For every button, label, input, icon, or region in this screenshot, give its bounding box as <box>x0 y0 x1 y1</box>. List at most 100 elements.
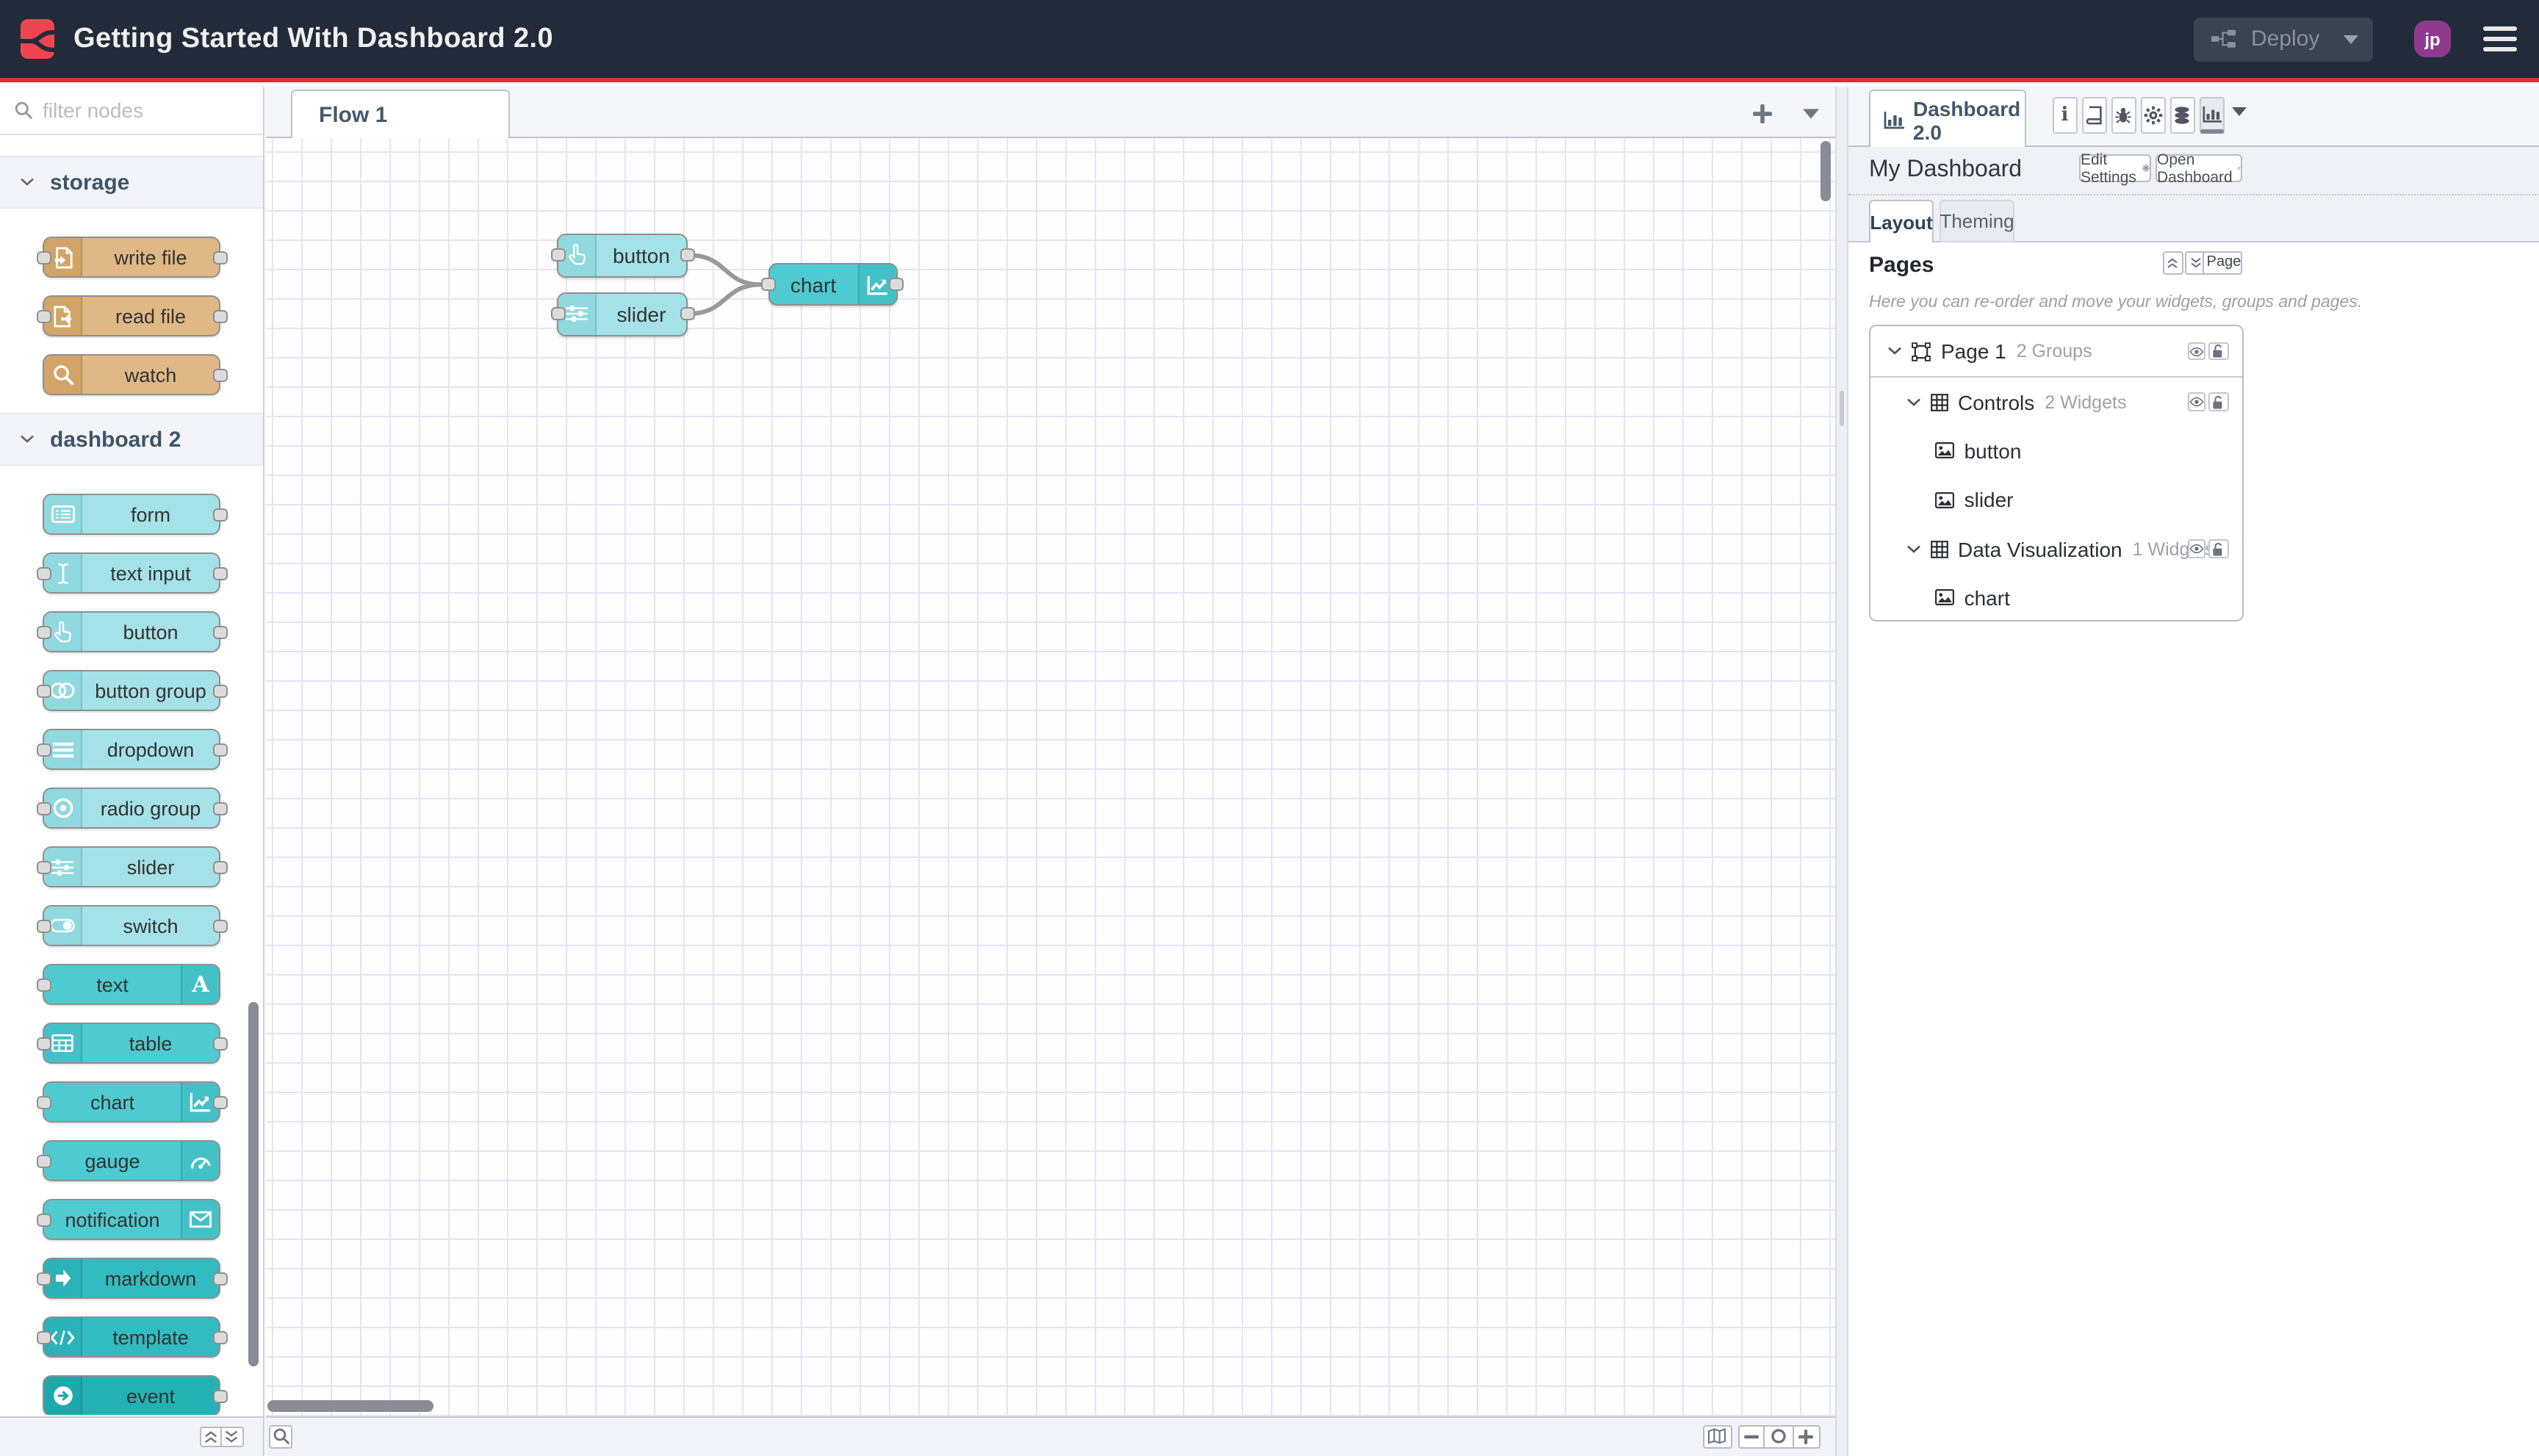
add-page-button[interactable]: Page <box>2202 251 2243 274</box>
output-port[interactable] <box>889 278 904 292</box>
avatar[interactable]: jp <box>2414 21 2451 57</box>
output-port[interactable] <box>212 743 227 756</box>
wire[interactable] <box>687 253 763 287</box>
input-port[interactable] <box>36 684 51 697</box>
output-port[interactable] <box>212 368 227 381</box>
visibility-eye-button[interactable] <box>2188 539 2206 558</box>
input-port[interactable] <box>36 801 51 815</box>
output-port[interactable] <box>212 1095 227 1109</box>
visibility-eye-button[interactable] <box>2188 392 2206 411</box>
main-menu-icon[interactable] <box>2483 26 2517 51</box>
node-button[interactable]: button <box>550 233 694 278</box>
expand-all-categories-button[interactable] <box>221 1426 244 1447</box>
wire[interactable] <box>687 282 763 316</box>
node-switch[interactable]: switch <box>36 905 227 946</box>
input-port[interactable] <box>36 566 51 580</box>
canvas-vertical-scrollbar[interactable] <box>1820 141 1831 201</box>
input-port[interactable] <box>36 251 51 264</box>
tree-row-data-visualization[interactable]: Data Visualization 1 Widgets <box>1870 525 2241 574</box>
palette-category-dashboard-2[interactable]: dashboard 2 <box>0 413 263 466</box>
visibility-eye-button[interactable] <box>2188 342 2206 361</box>
chevron-down-icon[interactable] <box>1906 397 1920 406</box>
add-flow-button[interactable] <box>1746 97 1778 129</box>
output-port[interactable] <box>212 684 227 697</box>
tree-row-page-1[interactable]: Page 1 2 Groups <box>1870 326 2241 378</box>
node-watch[interactable]: watch <box>43 354 227 395</box>
input-port[interactable] <box>36 1272 51 1285</box>
canvas-horizontal-scrollbar[interactable] <box>267 1400 433 1411</box>
tree-row-slider[interactable]: slider <box>1870 475 2241 525</box>
input-port[interactable] <box>36 919 51 932</box>
move-up-button[interactable] <box>2162 251 2183 274</box>
input-port[interactable] <box>36 1037 51 1050</box>
tree-row-button[interactable]: button <box>1870 427 2241 476</box>
output-port[interactable] <box>680 248 694 262</box>
node-notification[interactable]: notification <box>36 1199 220 1240</box>
node-text-input[interactable]: text input <box>36 552 227 594</box>
node-markdown[interactable]: markdown <box>36 1258 227 1299</box>
lock-button[interactable] <box>2208 392 2228 411</box>
zoom-reset-button[interactable] <box>1765 1424 1793 1449</box>
node-event[interactable]: event <box>43 1375 227 1415</box>
search-flows-button[interactable] <box>269 1425 292 1448</box>
input-port[interactable] <box>550 248 565 262</box>
divider-drag-handle[interactable] <box>1840 391 1844 426</box>
palette-scrollbar[interactable] <box>248 1002 259 1366</box>
node-button[interactable]: button <box>36 611 227 652</box>
sidebar-button-bug[interactable] <box>2111 97 2136 134</box>
input-port[interactable] <box>550 307 565 320</box>
open-dashboard-button[interactable]: Open Dashboard <box>2156 151 2242 186</box>
node-table[interactable]: table <box>36 1023 227 1064</box>
output-port[interactable] <box>212 1037 227 1050</box>
palette-filter[interactable]: filter nodes <box>0 87 263 135</box>
tab-theming[interactable]: Theming <box>1940 200 2014 242</box>
flow-list-caret-icon[interactable] <box>1797 97 1823 129</box>
node-button-group[interactable]: button group <box>36 670 227 711</box>
node-slider[interactable]: slider <box>36 846 227 887</box>
node-read-file[interactable]: read file <box>36 295 227 336</box>
node-form[interactable]: form <box>43 494 227 535</box>
output-port[interactable] <box>212 251 227 264</box>
node-dropdown[interactable]: dropdown <box>36 729 227 770</box>
output-port[interactable] <box>212 1272 227 1285</box>
output-port[interactable] <box>212 508 227 521</box>
output-port[interactable] <box>680 307 694 320</box>
output-port[interactable] <box>212 1389 227 1402</box>
input-port[interactable] <box>36 860 51 873</box>
tree-row-controls[interactable]: Controls 2 Widgets <box>1870 378 2241 427</box>
chevron-down-icon[interactable] <box>1888 347 1901 356</box>
deploy-caret-icon[interactable] <box>2344 35 2358 43</box>
zoom-out-button[interactable] <box>1737 1424 1765 1449</box>
output-port[interactable] <box>212 801 227 815</box>
input-port[interactable] <box>36 743 51 756</box>
input-port[interactable] <box>36 1095 51 1109</box>
node-slider[interactable]: slider <box>550 292 694 336</box>
tab-layout[interactable]: Layout <box>1869 200 1934 242</box>
sidebar-button-gear[interactable] <box>2141 97 2165 134</box>
flow-workspace[interactable]: button slider chart <box>266 138 1835 1416</box>
minimap-button[interactable] <box>1703 1424 1732 1449</box>
node-radio-group[interactable]: radio group <box>36 788 227 829</box>
node-chart[interactable]: chart <box>761 263 904 306</box>
tree-row-chart[interactable]: chart <box>1870 573 2241 619</box>
edit-settings-button[interactable]: Edit Settings <box>2079 151 2151 186</box>
node-text[interactable]: Atext <box>36 964 220 1005</box>
output-port[interactable] <box>212 919 227 932</box>
input-port[interactable] <box>36 1330 51 1344</box>
node-write-file[interactable]: write file <box>36 237 227 278</box>
chevron-down-icon[interactable] <box>1906 544 1920 553</box>
input-port[interactable] <box>36 978 51 991</box>
input-port[interactable] <box>36 1154 51 1167</box>
node-template[interactable]: template <box>36 1316 227 1358</box>
output-port[interactable] <box>212 625 227 638</box>
sidebar-button-layers[interactable] <box>2170 97 2194 134</box>
node-chart[interactable]: chart <box>36 1081 227 1122</box>
zoom-in-button[interactable] <box>1792 1424 1820 1449</box>
deploy-button[interactable]: Deploy <box>2194 17 2373 61</box>
input-port[interactable] <box>36 625 51 638</box>
output-port[interactable] <box>212 309 227 322</box>
output-port[interactable] <box>212 566 227 580</box>
sidebar-button-info[interactable]: i <box>2053 97 2077 134</box>
node-gauge[interactable]: gauge <box>36 1140 220 1181</box>
sidebar-button-dashboard[interactable] <box>2200 97 2224 134</box>
